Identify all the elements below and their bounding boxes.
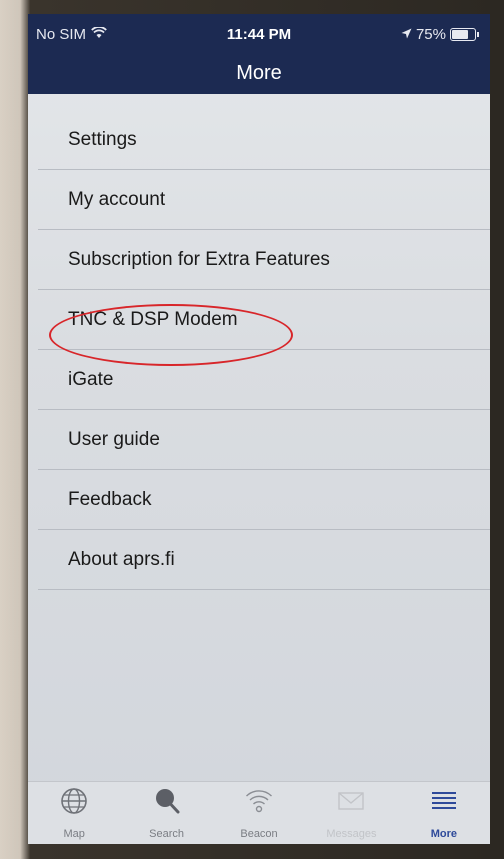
red-highlight-circle [49,304,293,366]
location-arrow-icon [401,26,412,43]
menu-item-settings[interactable]: Settings [38,110,490,170]
tab-label: Map [63,828,85,840]
menu-item-label: User guide [68,429,160,450]
tab-map[interactable]: Map [28,782,120,844]
battery-icon [450,28,479,41]
menu-item-subscription[interactable]: Subscription for Extra Features [38,230,490,290]
menu-item-label: Settings [68,129,137,150]
globe-icon [61,788,88,814]
tab-label: Search [149,828,185,840]
menu-item-label: iGate [68,369,114,390]
battery-percent: 75% [415,26,446,43]
tab-beacon[interactable]: Beacon [213,782,305,844]
menu-item-label: Subscription for Extra Features [68,249,330,270]
menu-icon [431,792,456,809]
menu-item-about[interactable]: About aprs.fi [38,530,490,590]
navigation-header: No SIM 11:44 PM 75% More [28,14,490,94]
tab-messages[interactable]: Messages [305,782,397,844]
tab-more[interactable]: More [398,782,490,844]
phone-screen: No SIM 11:44 PM 75% More Settings My acc… [28,14,490,844]
page-title: More [236,62,282,84]
menu-item-label: About aprs.fi [68,549,175,570]
tab-label: Beacon [240,828,278,840]
envelope-icon [338,792,365,810]
tab-search[interactable]: Search [120,782,212,844]
menu-item-feedback[interactable]: Feedback [38,470,490,530]
search-icon [155,789,180,814]
status-bar: No SIM 11:44 PM 75% [28,26,490,48]
menu-item-my-account[interactable]: My account [38,170,490,230]
menu-item-label: My account [68,189,166,210]
status-right: 75% [401,26,479,43]
tab-label: Messages [326,828,377,840]
menu-item-label: Feedback [68,489,152,510]
tab-bar: Map Search Beacon Messages More [28,781,490,844]
menu-item-user-guide[interactable]: User guide [38,410,490,470]
wifi-icon [246,790,273,813]
tab-label: More [430,828,457,840]
